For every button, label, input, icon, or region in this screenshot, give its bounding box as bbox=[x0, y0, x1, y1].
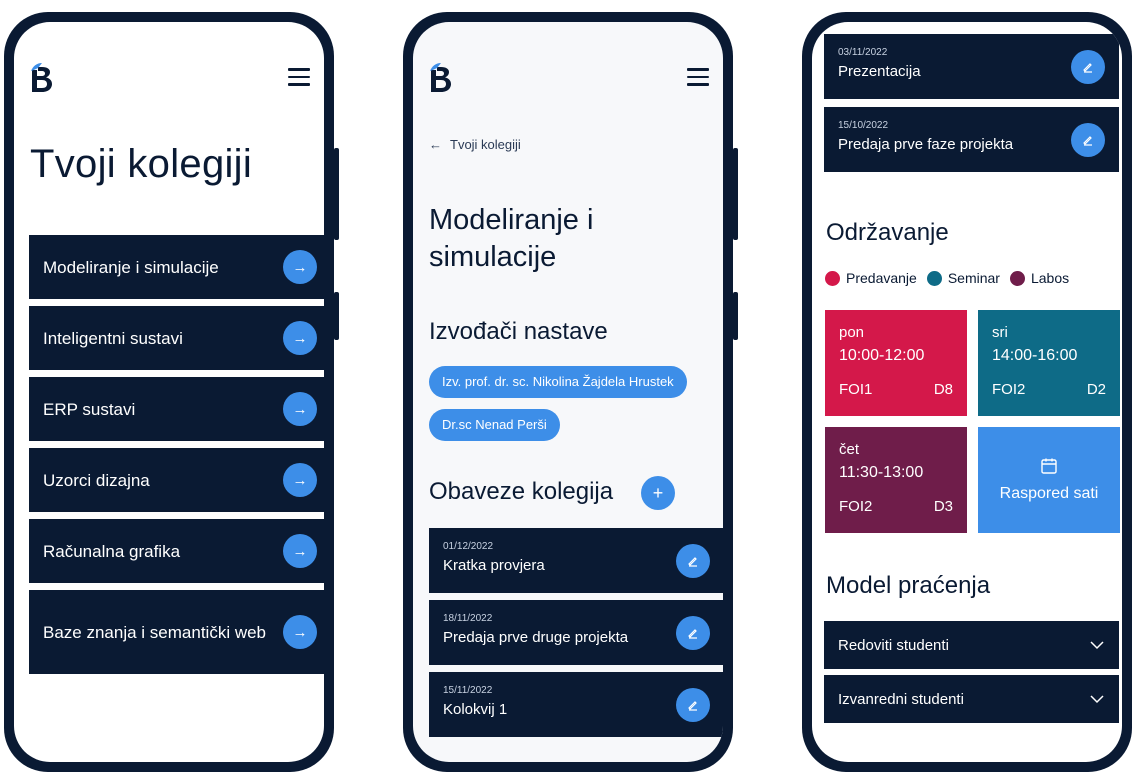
lecturers-heading: Izvođači nastave bbox=[429, 318, 608, 345]
course-item[interactable]: Uzorci dizajna → bbox=[29, 448, 324, 512]
obligation-date: 01/12/2022 bbox=[443, 541, 494, 552]
side-button bbox=[733, 148, 738, 240]
obligation-item[interactable]: 03/11/2022 Prezentacija bbox=[824, 34, 1119, 99]
slot-building: FOI1 bbox=[839, 381, 873, 398]
page-title: Modeliranje i simulacije bbox=[429, 204, 594, 273]
arrow-right-icon[interactable]: → bbox=[283, 250, 317, 284]
legend-item: Labos bbox=[1009, 270, 1069, 286]
slot-time: 14:00-16:00 bbox=[992, 347, 1078, 364]
obligation-date: 15/11/2022 bbox=[443, 685, 493, 696]
arrow-right-icon[interactable]: → bbox=[283, 321, 317, 355]
accordion-part-time-students[interactable]: Izvanredni studenti bbox=[824, 675, 1119, 723]
page-title: Tvoji kolegiji bbox=[30, 142, 253, 186]
slot-time: 11:30-13:00 bbox=[839, 464, 924, 481]
app-logo bbox=[430, 63, 451, 92]
add-obligation-button[interactable]: + bbox=[641, 476, 675, 510]
arrow-right-icon[interactable]: → bbox=[283, 534, 317, 568]
screen: Tvoji kolegiji Modeliranje i simulacije →… bbox=[14, 22, 324, 762]
obligation-title: Prezentacija bbox=[838, 63, 921, 80]
course-label: Modeliranje i simulacije bbox=[43, 257, 219, 277]
slot-time: 10:00-12:00 bbox=[839, 347, 925, 364]
obligation-item[interactable]: 15/10/2022 Predaja prve faze projekta bbox=[824, 107, 1119, 172]
legend-dot bbox=[926, 270, 942, 286]
obligation-title: Predaja prve faze projekta bbox=[838, 136, 1014, 153]
obligations-heading: Obaveze kolegija bbox=[429, 478, 614, 505]
schedule-button-label: Raspored sati bbox=[999, 485, 1099, 502]
tracking-heading: Model praćenja bbox=[826, 572, 991, 599]
phone-course-details-scrolled: 03/11/2022 Prezentacija 15/10/2022 Preda… bbox=[802, 12, 1132, 772]
menu-icon[interactable] bbox=[288, 68, 310, 86]
legend-item: Predavanje bbox=[825, 270, 917, 286]
back-link[interactable]: ← Tvoji kolegiji bbox=[429, 137, 521, 152]
schedule-heading: Održavanje bbox=[826, 219, 949, 246]
course-label: Baze znanja i semantički web bbox=[43, 622, 267, 642]
course-label: ERP sustavi bbox=[43, 399, 136, 419]
legend-item: Seminar bbox=[926, 270, 1000, 286]
chevron-down-icon bbox=[1090, 641, 1104, 650]
schedule-slot[interactable]: čet 11:30-13:00 FOI2 D3 bbox=[825, 427, 967, 533]
schedule-legend: Predavanje Seminar Labos bbox=[825, 270, 1069, 286]
obligation-date: 03/11/2022 bbox=[838, 47, 888, 58]
screen: ← Tvoji kolegiji Modeliranje i simulacije… bbox=[413, 22, 723, 762]
accordion-label: Izvanredni studenti bbox=[838, 690, 964, 708]
lecturer-chip[interactable]: Dr.sc Nenad Perši bbox=[429, 409, 560, 441]
course-item[interactable]: Baze znanja i semantički web → bbox=[29, 590, 324, 674]
course-item[interactable]: ERP sustavi → bbox=[29, 377, 324, 441]
arrow-left-icon: ← bbox=[429, 137, 442, 152]
obligation-title: Predaja prve druge projekta bbox=[443, 629, 629, 646]
schedule-slot[interactable]: pon 10:00-12:00 FOI1 D8 bbox=[825, 310, 967, 416]
chevron-down-icon bbox=[1090, 695, 1104, 704]
screen: 03/11/2022 Prezentacija 15/10/2022 Preda… bbox=[812, 22, 1122, 762]
accordion-label: Redoviti studenti bbox=[838, 636, 949, 654]
edit-icon[interactable] bbox=[1071, 49, 1105, 84]
course-item[interactable]: Modeliranje i simulacije → bbox=[29, 235, 324, 299]
edit-icon[interactable] bbox=[676, 687, 710, 722]
obligation-date: 18/11/2022 bbox=[443, 613, 493, 624]
legend-dot bbox=[1009, 270, 1025, 286]
side-button bbox=[334, 148, 339, 240]
obligation-title: Kolokvij 1 bbox=[443, 701, 508, 718]
obligation-date: 15/10/2022 bbox=[838, 120, 889, 131]
lecturer-chip[interactable]: Izv. prof. dr. sc. Nikolina Žajdela Hrus… bbox=[429, 366, 687, 398]
phone-course-detail: ← Tvoji kolegiji Modeliranje i simulacije… bbox=[403, 12, 738, 772]
obligation-item[interactable]: 15/11/2022 Kolokvij 1 bbox=[429, 672, 723, 737]
slot-room: D3 bbox=[933, 498, 953, 515]
course-list: Modeliranje i simulacije → Inteligentni s… bbox=[29, 235, 324, 681]
calendar-icon bbox=[1041, 458, 1057, 474]
edit-icon[interactable] bbox=[676, 615, 710, 650]
edit-icon[interactable] bbox=[676, 543, 710, 578]
slot-building: FOI2 bbox=[992, 381, 1026, 398]
slot-day: pon bbox=[839, 324, 865, 341]
course-item[interactable]: Računalna grafika → bbox=[29, 519, 324, 583]
side-button bbox=[733, 292, 738, 340]
course-label: Računalna grafika bbox=[43, 541, 181, 561]
phone-courses: Tvoji kolegiji Modeliranje i simulacije →… bbox=[4, 12, 339, 772]
obligation-item[interactable]: 01/12/2022 Kratka provjera bbox=[429, 528, 723, 593]
course-item[interactable]: Inteligentni sustavi → bbox=[29, 306, 324, 370]
slot-day: sri bbox=[992, 324, 1008, 341]
arrow-right-icon[interactable]: → bbox=[283, 463, 317, 497]
schedule-button[interactable]: Raspored sati bbox=[978, 427, 1120, 533]
course-label: Inteligentni sustavi bbox=[43, 328, 183, 348]
slot-building: FOI2 bbox=[839, 498, 873, 515]
course-label: Uzorci dizajna bbox=[43, 470, 150, 490]
accordion-regular-students[interactable]: Redoviti studenti bbox=[824, 621, 1119, 669]
arrow-right-icon[interactable]: → bbox=[283, 392, 317, 426]
slot-room: D8 bbox=[933, 381, 953, 398]
slot-room: D2 bbox=[1086, 381, 1106, 398]
obligation-item[interactable]: 18/11/2022 Predaja prve druge projekta bbox=[429, 600, 723, 665]
menu-icon[interactable] bbox=[687, 68, 709, 86]
arrow-right-icon[interactable]: → bbox=[283, 615, 317, 649]
back-label: Tvoji kolegiji bbox=[450, 137, 521, 152]
slot-day: čet bbox=[839, 441, 860, 458]
edit-icon[interactable] bbox=[1071, 122, 1105, 157]
schedule-slot[interactable]: sri 14:00-16:00 FOI2 D2 bbox=[978, 310, 1120, 416]
obligation-title: Kratka provjera bbox=[443, 557, 545, 574]
app-logo bbox=[31, 63, 52, 92]
side-button bbox=[334, 292, 339, 340]
legend-dot bbox=[825, 270, 840, 286]
